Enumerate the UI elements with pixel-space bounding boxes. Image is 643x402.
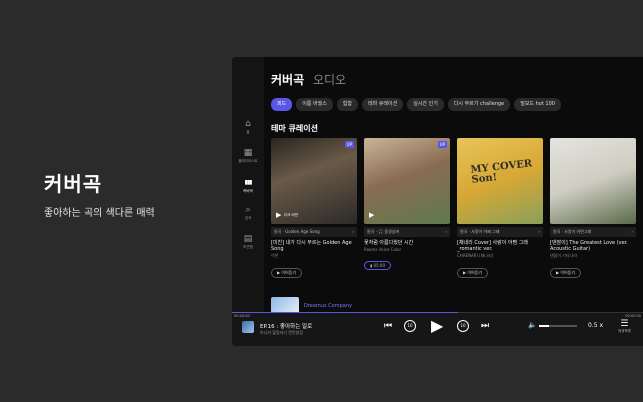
lower-thumbnail[interactable] [271, 297, 299, 313]
up-badge: UP [344, 141, 354, 148]
playlist-icon: ☰ [620, 319, 629, 329]
section-title: 테마 큐레이션 [271, 124, 318, 133]
library-icon: ▦ [243, 148, 253, 158]
playback-speed[interactable]: 0.5 x [588, 322, 603, 329]
card-row: UP ▶ 다크 버젼 원곡 · Golden Age Song › [미친] 내… [271, 138, 636, 278]
chevron-right-icon: › [631, 229, 633, 234]
sidebar-item-label: 홈 [246, 130, 250, 134]
chip-renamed[interactable]: 이름 바꿨스 [296, 98, 333, 111]
home-icon: ⌂ [245, 119, 251, 129]
chevron-right-icon: › [538, 229, 540, 234]
thumbnail-label: 다크 버젼 [284, 213, 298, 217]
card-thumbnail[interactable] [550, 138, 636, 224]
card-artist: 이찬 [271, 253, 279, 258]
category-chips: 피드 이름 바꿨스 힙합 테마 큐레이션 실시간 인기 다시 부르기 chall… [271, 98, 561, 111]
card-artist: Rooms Voice Color [364, 247, 402, 252]
cover-card[interactable]: MY COVER Son! 원곡 · 사랑이 어쩌 그래 › [채내리 Cove… [457, 138, 543, 278]
chip-hiphop[interactable]: 힙합 [336, 98, 358, 111]
card-title: [채내리 Cover] 사랑이 어쩜 그래 _romantic ver. [457, 240, 528, 252]
cover-card[interactable]: 원곡 · 사랑이 어쩐그래 › [댄잠이] The Greatest Love … [550, 138, 636, 278]
continue-listening-button[interactable]: ▶ 이어듣기 [271, 268, 303, 278]
card-title: [댄잠이] The Greatest Love (ver. Acoustic G… [550, 240, 628, 252]
original-song: 원곡 · Golden Age Song [274, 229, 320, 234]
card-title: 꽃처럼 아름다웠던 시간 [364, 240, 414, 246]
card-title: [미친] 내가 다시 부르는 Golden Age Song [271, 240, 352, 252]
continue-listening-button[interactable]: ▶ 이어듣기 [457, 268, 489, 278]
sidebar-item-label: 커버곡 [243, 189, 253, 193]
previous-icon[interactable]: ⏮ [384, 321, 392, 331]
original-song: 원곡 · 사랑이 어쩐그래 [553, 229, 592, 234]
progress-bar[interactable] [232, 312, 643, 313]
forward-10-icon[interactable]: 10 [457, 320, 469, 332]
volume-fill [539, 325, 549, 327]
card-meta[interactable]: 원곡 · 🎧 동영상버 › [364, 227, 450, 237]
tab-cover[interactable]: 커버곡 [271, 73, 304, 87]
cover-art-text: MY COVER Son! [470, 158, 533, 186]
search-icon: ⌕ [245, 205, 251, 215]
card-artist: CHAENARI (채나리) [457, 253, 494, 258]
sidebar-item-storage[interactable]: ▤ 보관함 [232, 234, 264, 250]
card-thumbnail[interactable]: MY COVER Son! [457, 138, 543, 224]
sidebar-item-search[interactable]: ⌕ 검색 [232, 205, 264, 221]
now-playing-thumbnail[interactable] [242, 321, 254, 333]
header-tabs: 커버곡 오디오 [271, 71, 346, 88]
cover-card[interactable]: UP ▶ 원곡 · 🎧 동영상버 › 꽃처럼 아름다웠던 시간 Rooms Vo… [364, 138, 450, 278]
elapsed-time: 00:00:00 [234, 314, 250, 318]
sidebar: ⌂ 홈 ▦ 플레이리스트 ▮▮▮ 커버곡 ⌕ 검색 ▤ 보관함 [232, 57, 264, 312]
playlist-button[interactable]: ☰ 재생목록 [618, 319, 631, 334]
waveform-icon: ▮▮▮ [244, 179, 253, 186]
now-playing-title: EP.16 : 좋아하는 일로 [260, 324, 313, 330]
play-icon[interactable]: ▶ [431, 316, 443, 335]
cover-card[interactable]: UP ▶ 다크 버젼 원곡 · Golden Age Song › [미친] 내… [271, 138, 357, 278]
chevron-right-icon: › [445, 229, 447, 234]
original-song: 원곡 · 🎧 동영상버 [367, 229, 400, 234]
card-thumbnail[interactable]: UP ▶ 다크 버젼 [271, 138, 357, 224]
app-window: ⌂ 홈 ▦ 플레이리스트 ▮▮▮ 커버곡 ⌕ 검색 ▤ 보관함 커버곡 오디오 … [232, 57, 643, 346]
sidebar-item-label: 검색 [244, 216, 252, 220]
promo-subtitle: 좋아하는 곡의 색다른 매력 [44, 208, 155, 219]
sidebar-item-home[interactable]: ⌂ 홈 [232, 119, 264, 135]
promo-title: 커버곡 [44, 172, 103, 196]
main-content: 커버곡 오디오 피드 이름 바꿨스 힙합 테마 큐레이션 실시간 인기 다시 부… [264, 57, 643, 313]
player-bar: 00:00:00 00:00:00 EP.16 : 좋아하는 일로 아니카 힐링… [232, 312, 643, 346]
chip-feed[interactable]: 피드 [271, 98, 293, 111]
card-meta[interactable]: 원곡 · Golden Age Song › [271, 227, 357, 237]
tab-audio[interactable]: 오디오 [313, 73, 346, 87]
card-thumbnail[interactable]: UP ▶ [364, 138, 450, 224]
chip-realtime-popular[interactable]: 실시간 인기 [407, 98, 444, 111]
progress-fill [232, 312, 459, 313]
chip-challenge[interactable]: 다시 부르기 challenge [447, 98, 511, 111]
volume-icon[interactable]: 🔈 [528, 321, 537, 329]
volume-slider[interactable] [539, 325, 577, 327]
play-icon[interactable]: ▶ [369, 211, 374, 219]
original-song: 원곡 · 사랑이 어쩌 그래 [460, 229, 500, 234]
playlist-label: 재생목록 [618, 329, 631, 333]
card-meta[interactable]: 원곡 · 사랑이 어쩐그래 › [550, 227, 636, 237]
radio-icon: ▤ [243, 234, 253, 244]
duration-pill[interactable]: ▮ 05:00 [364, 261, 391, 270]
rewind-10-icon[interactable]: 10 [404, 320, 416, 332]
card-meta[interactable]: 원곡 · 사랑이 어쩌 그래 › [457, 227, 543, 237]
continue-listening-button[interactable]: ▶ 이어듣기 [550, 268, 582, 278]
sidebar-item-playlist[interactable]: ▦ 플레이리스트 [232, 148, 264, 164]
next-icon[interactable]: ⏭ [481, 321, 489, 331]
up-badge: UP [437, 141, 447, 148]
total-time: 00:00:00 [625, 314, 641, 318]
sidebar-item-label: 플레이리스트 [238, 159, 258, 163]
sidebar-item-cover[interactable]: ▮▮▮ 커버곡 [232, 178, 264, 194]
chip-billboard[interactable]: 빌보드 hot 100 [514, 98, 561, 111]
sidebar-item-label: 보관함 [243, 245, 253, 249]
now-playing-subtitle: 아니카 힐링라디 문탄방장 [260, 330, 304, 335]
chevron-right-icon: › [352, 229, 354, 234]
publisher-label[interactable]: Dreamus Company [304, 303, 352, 309]
play-icon[interactable]: ▶ [276, 211, 281, 219]
card-artist: 댄잠이 기타나라 [550, 253, 578, 258]
chip-theme-curation[interactable]: 테마 큐레이션 [362, 98, 404, 111]
